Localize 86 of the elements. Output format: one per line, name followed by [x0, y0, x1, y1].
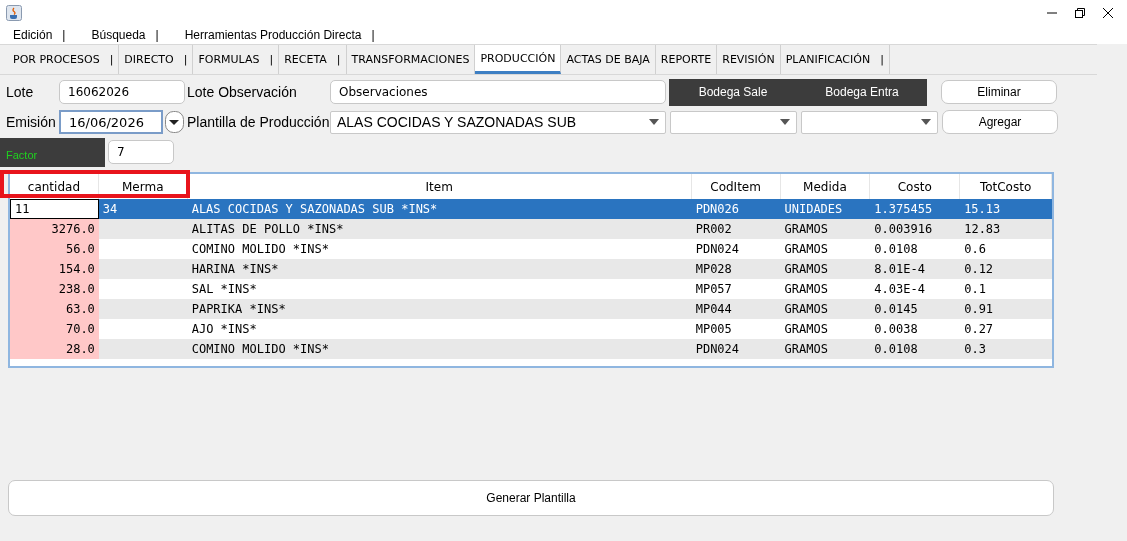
table-cell: 0.91: [960, 299, 1052, 319]
menu-separator: |: [155, 28, 159, 42]
table-cell: ALITAS DE POLLO *INS*: [187, 219, 692, 239]
table-cell-text: MP057: [694, 281, 733, 298]
java-cup-icon: [6, 5, 22, 21]
menu-separator: |: [62, 28, 66, 42]
table-cell: 0.12: [960, 259, 1052, 279]
table-cell-text: GRAMOS: [783, 281, 829, 298]
field-label: Lote: [5, 84, 35, 100]
field-label: Plantilla de Producción: [186, 114, 330, 130]
table-cell: 34: [98, 199, 188, 219]
table-row[interactable]: 63.0 PAPRIKA *INS* MP044 GRAMOS 0.0145 0.91: [10, 299, 1052, 319]
table-row[interactable]: 154.0 HARINA *INS* MP028 GRAMOS 8.01E-4 0.12: [10, 259, 1052, 279]
table-cell: HARINA *INS*: [187, 259, 692, 279]
field-label: Lote Observación: [186, 84, 298, 100]
table-cell: 28.0: [10, 339, 99, 359]
table-row[interactable]: 56.0 COMINO MOLIDO *INS* PDN024 GRAMOS 0.0108 0.6: [10, 239, 1052, 259]
table-cell: 0.003916: [870, 219, 961, 239]
table-cell: 8.01E-4: [870, 259, 961, 279]
table-cell: COMINO MOLIDO *INS*: [187, 339, 692, 359]
table-cell-text: COMINO MOLIDO *INS*: [190, 241, 330, 258]
table-cell-text: 0.1: [963, 281, 987, 298]
table-cell-text: PDN024: [694, 241, 741, 258]
table-cell: MP044: [691, 299, 781, 319]
table-cell: 15.13: [960, 199, 1052, 219]
table-cell-text: GRAMOS: [783, 241, 829, 258]
table-cell-text: SAL *INS*: [190, 281, 258, 298]
warehouse-in-label: Bodega Entra: [824, 85, 900, 99]
table-cell: GRAMOS: [780, 339, 871, 359]
table-row[interactable]: 3276.0 ALITAS DE POLLO *INS* PR002 GRAMOS 0.003916 12.83: [10, 219, 1052, 239]
menu-item[interactable]: Búsqueda: [91, 28, 146, 42]
table-cell-text: AJO *INS*: [190, 321, 258, 338]
table-cell-text: 0.0108: [873, 241, 919, 258]
table-cell-text: GRAMOS: [783, 321, 829, 338]
table-cell: PR002: [691, 219, 781, 239]
table-cell: 0.0145: [870, 299, 961, 319]
table-cell: 56.0: [10, 239, 99, 259]
caret-icon: [921, 119, 931, 125]
table-cell: 63.0: [10, 299, 99, 319]
table-cell: GRAMOS: [780, 259, 871, 279]
table-cell: PAPRIKA *INS*: [187, 299, 692, 319]
add-button[interactable]: Agregar: [942, 110, 1058, 134]
observation-field[interactable]: Observaciones: [330, 80, 666, 104]
table-row[interactable]: 11 34 ALAS COCIDAS Y SAZONADAS SUB *INS* PDN026 UNIDADES 1.375455 15.13: [10, 199, 1052, 219]
close-icon[interactable]: [1103, 8, 1113, 18]
table-cell: PDN024: [691, 339, 781, 359]
warehouse-out-label: Bodega Sale: [697, 85, 769, 99]
date-field[interactable]: 16/06/2026: [59, 110, 163, 134]
table-cell: ALAS COCIDAS Y SAZONADAS SUB *INS*: [187, 199, 692, 219]
table-row[interactable]: 238.0 SAL *INS* MP057 GRAMOS 4.03E-4 0.1: [10, 279, 1052, 299]
table-cell: 70.0: [10, 319, 99, 339]
table-cell: PDN026: [691, 199, 781, 219]
field-label: Emisión: [5, 114, 57, 130]
table-cell: 0.3: [960, 339, 1052, 359]
table-row[interactable]: 70.0 AJO *INS* MP005 GRAMOS 0.0038 0.27: [10, 319, 1052, 339]
tab[interactable]: PRODUCCIÓN: [475, 45, 562, 74]
factor-label: Factor: [0, 137, 105, 167]
table-cell-text: 4.03E-4: [873, 281, 926, 298]
table-cell: 1.375455: [870, 199, 961, 219]
table-row[interactable]: 28.0 COMINO MOLIDO *INS* PDN024 GRAMOS 0.0108 0.3: [10, 339, 1052, 359]
menu-separator: |: [371, 28, 375, 42]
caret-icon: [780, 119, 790, 125]
menu-item[interactable]: Herramientas Producción Directa: [184, 28, 362, 42]
lote-field[interactable]: 16062026: [59, 80, 185, 104]
table-cell: 238.0: [10, 279, 99, 299]
table-cell: 12.83: [960, 219, 1052, 239]
cell-editor: 11: [10, 199, 99, 219]
table-cell: 154.0: [10, 259, 99, 279]
table-cell-text: 0.0038: [873, 321, 919, 338]
restore-icon[interactable]: [1075, 8, 1085, 18]
dropdown-icon[interactable]: [165, 111, 184, 133]
table-cell: GRAMOS: [780, 219, 871, 239]
table-cell: UNIDADES: [780, 199, 871, 219]
menu-item[interactable]: Edición: [13, 28, 53, 42]
table-cell: MP028: [691, 259, 781, 279]
table-cell-text: 0.27: [963, 321, 995, 338]
caret-icon: [649, 119, 659, 125]
table-cell-text: MP005: [694, 321, 733, 338]
table-cell: 0.0108: [870, 339, 961, 359]
generate-button[interactable]: Generar Plantilla: [8, 480, 1054, 516]
table-cell-text: 0.6: [963, 241, 987, 258]
table-cell: GRAMOS: [780, 299, 871, 319]
factor-field[interactable]: 7: [108, 140, 174, 164]
delete-button[interactable]: Eliminar: [941, 80, 1057, 104]
template-dropdown[interactable]: ALAS COCIDAS Y SAZONADAS SUB: [330, 110, 666, 134]
table-cell: 3276.0: [10, 219, 99, 239]
